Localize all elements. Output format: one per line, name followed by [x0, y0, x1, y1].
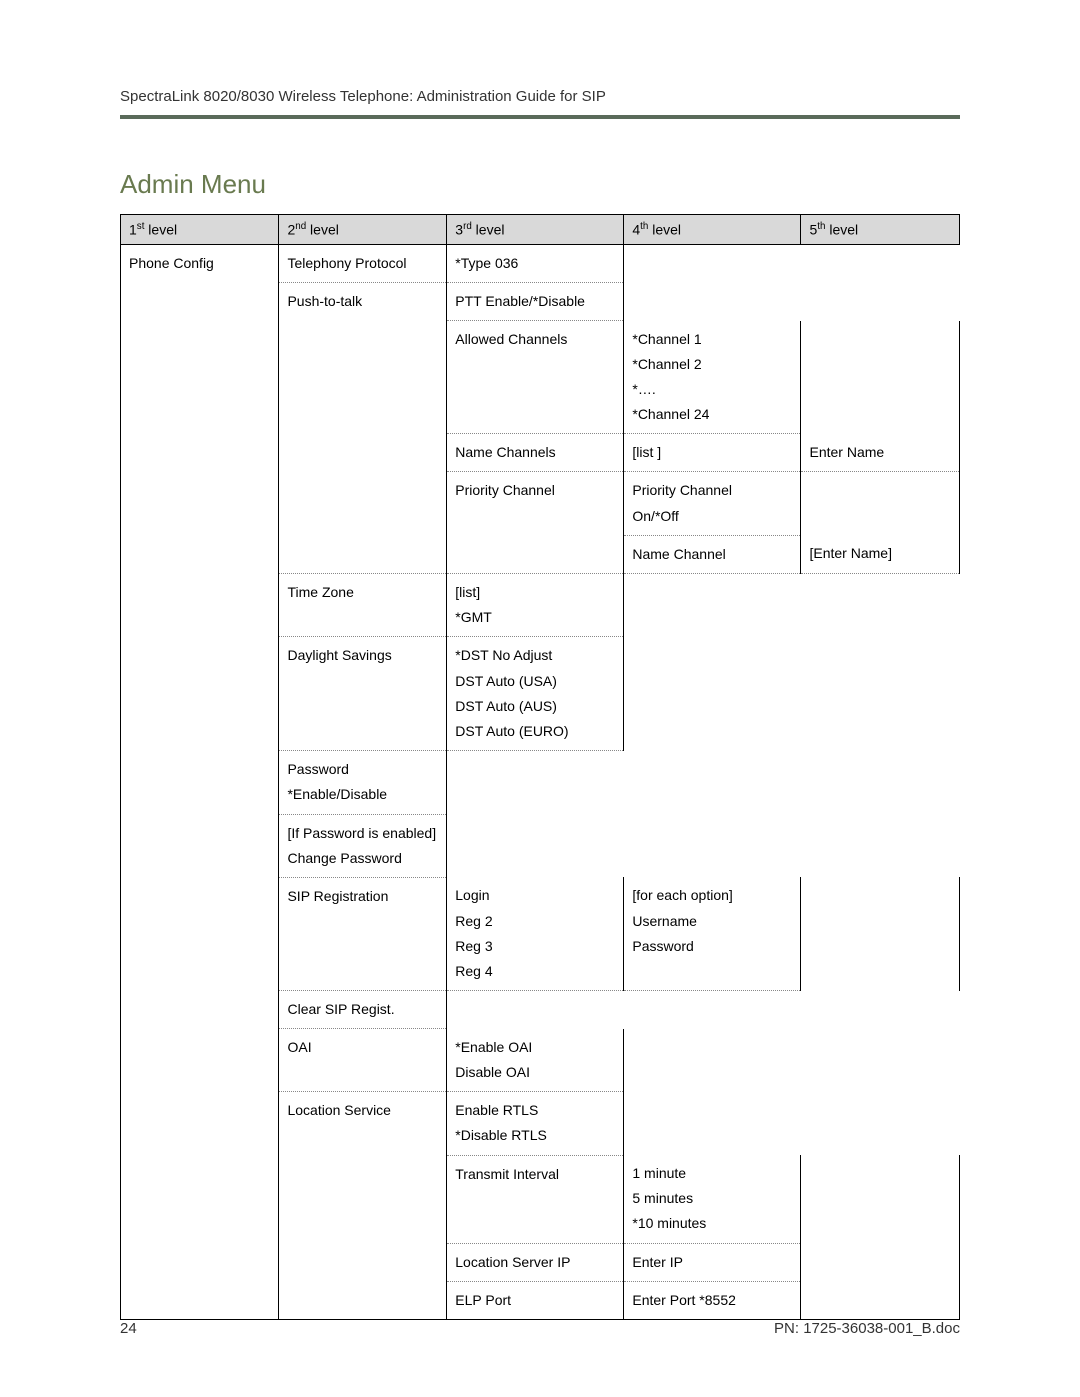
cell-empty: [447, 814, 624, 877]
cell: SIP Registration: [279, 877, 447, 990]
cell: Enable RTLS *Disable RTLS: [447, 1092, 624, 1155]
page-title: Admin Menu: [120, 169, 960, 200]
cell-empty: [624, 814, 801, 877]
cell-empty: [624, 244, 801, 282]
cell-empty: [801, 1155, 960, 1243]
cell-empty: [801, 1243, 960, 1281]
cell-empty: [801, 282, 960, 320]
cell: Enter Port *8552: [624, 1281, 801, 1319]
cell: Push-to-talk: [279, 282, 447, 573]
col-3-header: 3rd level: [447, 215, 624, 245]
cell: Location Service: [279, 1092, 447, 1320]
cell: Location Server IP: [447, 1243, 624, 1281]
cell: Login Reg 2 Reg 3 Reg 4: [447, 877, 624, 990]
page-number: 24: [120, 1320, 137, 1337]
cell: Priority Channel: [447, 472, 624, 574]
cell-empty: [801, 1281, 960, 1319]
cell: PTT Enable/*Disable: [447, 282, 624, 320]
cell-empty: [447, 751, 624, 814]
cell: Telephony Protocol: [279, 244, 447, 282]
cell-empty: [801, 321, 960, 434]
cell-empty: [624, 1029, 801, 1092]
cell-empty: [624, 991, 801, 1029]
col-4-header: 4th level: [624, 215, 801, 245]
doc-pn: PN: 1725-36038-001_B.doc: [774, 1320, 960, 1337]
cell-empty: [801, 1092, 960, 1155]
col-2-header: 2nd level: [279, 215, 447, 245]
cell: [list] *GMT: [447, 574, 624, 637]
cell-empty: [624, 637, 801, 751]
cell-empty: [624, 1092, 801, 1155]
cell: OAI: [279, 1029, 447, 1092]
cell: Name Channel: [624, 535, 801, 573]
cell: [list ]: [624, 434, 801, 472]
cell: Time Zone: [279, 574, 447, 637]
cell: Enter Name: [801, 434, 960, 472]
table-header-row: 1st level 2nd level 3rd level 4th level …: [121, 215, 960, 245]
admin-menu-table: 1st level 2nd level 3rd level 4th level …: [120, 214, 960, 1320]
cell-empty: [801, 991, 960, 1029]
cell: Allowed Channels: [447, 321, 624, 434]
cell: ELP Port: [447, 1281, 624, 1319]
cell-phone-config: Phone Config: [121, 244, 279, 1319]
col-1-header: 1st level: [121, 215, 279, 245]
cell-empty: [624, 751, 801, 814]
cell-empty: [447, 991, 624, 1029]
cell: *Type 036: [447, 244, 624, 282]
cell: *DST No Adjust DST Auto (USA) DST Auto (…: [447, 637, 624, 751]
cell: [Enter Name]: [801, 535, 960, 573]
cell-empty: [801, 574, 960, 637]
cell-empty: [801, 1029, 960, 1092]
cell-empty: [801, 472, 960, 535]
cell: Name Channels: [447, 434, 624, 472]
header-rule: [120, 115, 960, 119]
cell-empty: [624, 574, 801, 637]
cell-empty: [624, 282, 801, 320]
cell: Password *Enable/Disable: [279, 751, 447, 814]
cell-empty: [801, 244, 960, 282]
cell: Enter IP: [624, 1243, 801, 1281]
cell: Priority Channel On/*Off: [624, 472, 801, 535]
table-row: Phone Config Telephony Protocol *Type 03…: [121, 244, 960, 282]
cell-empty: [801, 877, 960, 990]
cell-empty: [801, 751, 960, 814]
cell: *Channel 1 *Channel 2 *…. *Channel 24: [624, 321, 801, 434]
cell: *Enable OAI Disable OAI: [447, 1029, 624, 1092]
cell: [If Password is enabled] Change Password: [279, 814, 447, 877]
cell: Transmit Interval: [447, 1155, 624, 1243]
page: SpectraLink 8020/8030 Wireless Telephone…: [0, 0, 1080, 1397]
cell: 1 minute 5 minutes *10 minutes: [624, 1155, 801, 1243]
cell-empty: [801, 637, 960, 751]
cell-empty: [801, 814, 960, 877]
page-footer: 24 PN: 1725-36038-001_B.doc: [120, 1320, 960, 1337]
cell: [for each option] Username Password: [624, 877, 801, 990]
cell: Daylight Savings: [279, 637, 447, 751]
doc-header: SpectraLink 8020/8030 Wireless Telephone…: [120, 88, 960, 115]
col-5-header: 5th level: [801, 215, 960, 245]
cell: Clear SIP Regist.: [279, 991, 447, 1029]
